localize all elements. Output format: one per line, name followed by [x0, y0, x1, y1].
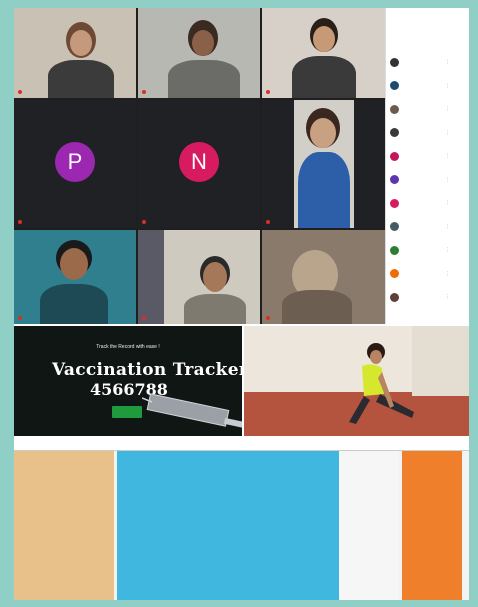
participants-panel: ⋮ ⋮ ⋮ ⋮ ⋮ ⋮ ⋮ ⋮ ⋮ ⋮ ⋮ [385, 8, 469, 324]
avatar [390, 57, 399, 67]
avatar [390, 104, 399, 114]
more-options-icon[interactable]: ⋮ [445, 106, 450, 112]
syringe-icon [142, 393, 242, 429]
participant-row[interactable]: ⋮ [390, 123, 468, 143]
avatar [390, 222, 399, 231]
more-options-icon[interactable]: ⋮ [445, 200, 450, 206]
avatar [390, 81, 399, 90]
avatar [390, 269, 399, 278]
avatar [390, 245, 399, 255]
more-options-icon[interactable]: ⋮ [445, 271, 450, 277]
video-tile[interactable] [14, 8, 136, 98]
participant-name [266, 90, 272, 94]
participant-name [266, 220, 272, 224]
participant-row[interactable]: ⋮ [390, 170, 468, 190]
more-options-icon[interactable]: ⋮ [445, 130, 450, 136]
video-tile[interactable]: N [138, 100, 260, 228]
mic-off-icon [142, 220, 146, 224]
table-row [14, 592, 469, 597]
more-options-icon[interactable]: ⋮ [445, 153, 450, 159]
mic-off-icon [266, 220, 270, 224]
tracker-subtitle: Track the Record with ease ! [96, 344, 160, 350]
avatar [390, 175, 399, 184]
yoga-photo [244, 326, 469, 436]
more-options-icon[interactable]: ⋮ [445, 83, 450, 89]
video-tile[interactable] [262, 230, 385, 324]
participant-row[interactable]: ⋮ [390, 240, 468, 260]
participant-name [18, 220, 24, 224]
more-options-icon[interactable]: ⋮ [445, 177, 450, 183]
mic-off-icon [142, 90, 146, 94]
video-tile[interactable] [138, 230, 260, 324]
more-options-icon[interactable]: ⋮ [445, 294, 450, 300]
participant-row[interactable]: ⋮ [390, 193, 468, 213]
video-tile[interactable] [14, 230, 136, 324]
mic-off-icon [266, 316, 270, 320]
more-options-icon[interactable]: ⋮ [445, 224, 450, 230]
participant-row[interactable]: ⋮ [390, 99, 468, 119]
participant-row[interactable]: ⋮ [390, 76, 468, 96]
participant-name [18, 316, 24, 320]
avatar: N [179, 142, 219, 182]
participant-row[interactable]: ⋮ [390, 146, 468, 166]
participant-row[interactable]: ⋮ [390, 52, 468, 72]
more-options-icon[interactable]: ⋮ [445, 247, 450, 253]
participant-name [142, 220, 148, 224]
tracker-title: Vaccination Tracker [52, 360, 242, 380]
mic-off-icon [18, 90, 22, 94]
participant-name [266, 316, 272, 320]
vaccination-tracker-banner: Track the Record with ease ! Vaccination… [14, 326, 242, 436]
video-tile[interactable] [262, 8, 385, 98]
video-tile[interactable]: P [14, 100, 136, 228]
participant-row[interactable]: ⋮ [390, 287, 468, 307]
tracker-button[interactable] [112, 406, 142, 418]
participant-name [142, 90, 148, 94]
avatar [390, 128, 399, 137]
video-tile[interactable] [262, 100, 385, 228]
participant-row[interactable]: ⋮ [390, 217, 468, 237]
table-header [14, 438, 469, 451]
avatar [390, 151, 399, 161]
more-options-icon[interactable]: ⋮ [445, 59, 450, 65]
avatar [390, 198, 399, 208]
avatar: P [55, 142, 95, 182]
mic-off-icon [18, 220, 22, 224]
screenshot-frame: P N ⋮ ⋮ ⋮ ⋮ ⋮ ⋮ ⋮ ⋮ ⋮ ⋮ ⋮ Track the Reco… [14, 8, 469, 600]
participant-name [142, 316, 148, 320]
vaccination-data-table [14, 438, 469, 600]
participant-row[interactable]: ⋮ [390, 264, 468, 284]
mic-off-icon [18, 316, 22, 320]
video-tile[interactable] [138, 8, 260, 98]
mic-off-icon [266, 90, 270, 94]
yoga-photo-illustration [244, 326, 469, 436]
participant-name [18, 90, 24, 94]
avatar [390, 292, 399, 302]
video-grid: P N [14, 8, 385, 324]
mic-off-icon [142, 316, 146, 320]
